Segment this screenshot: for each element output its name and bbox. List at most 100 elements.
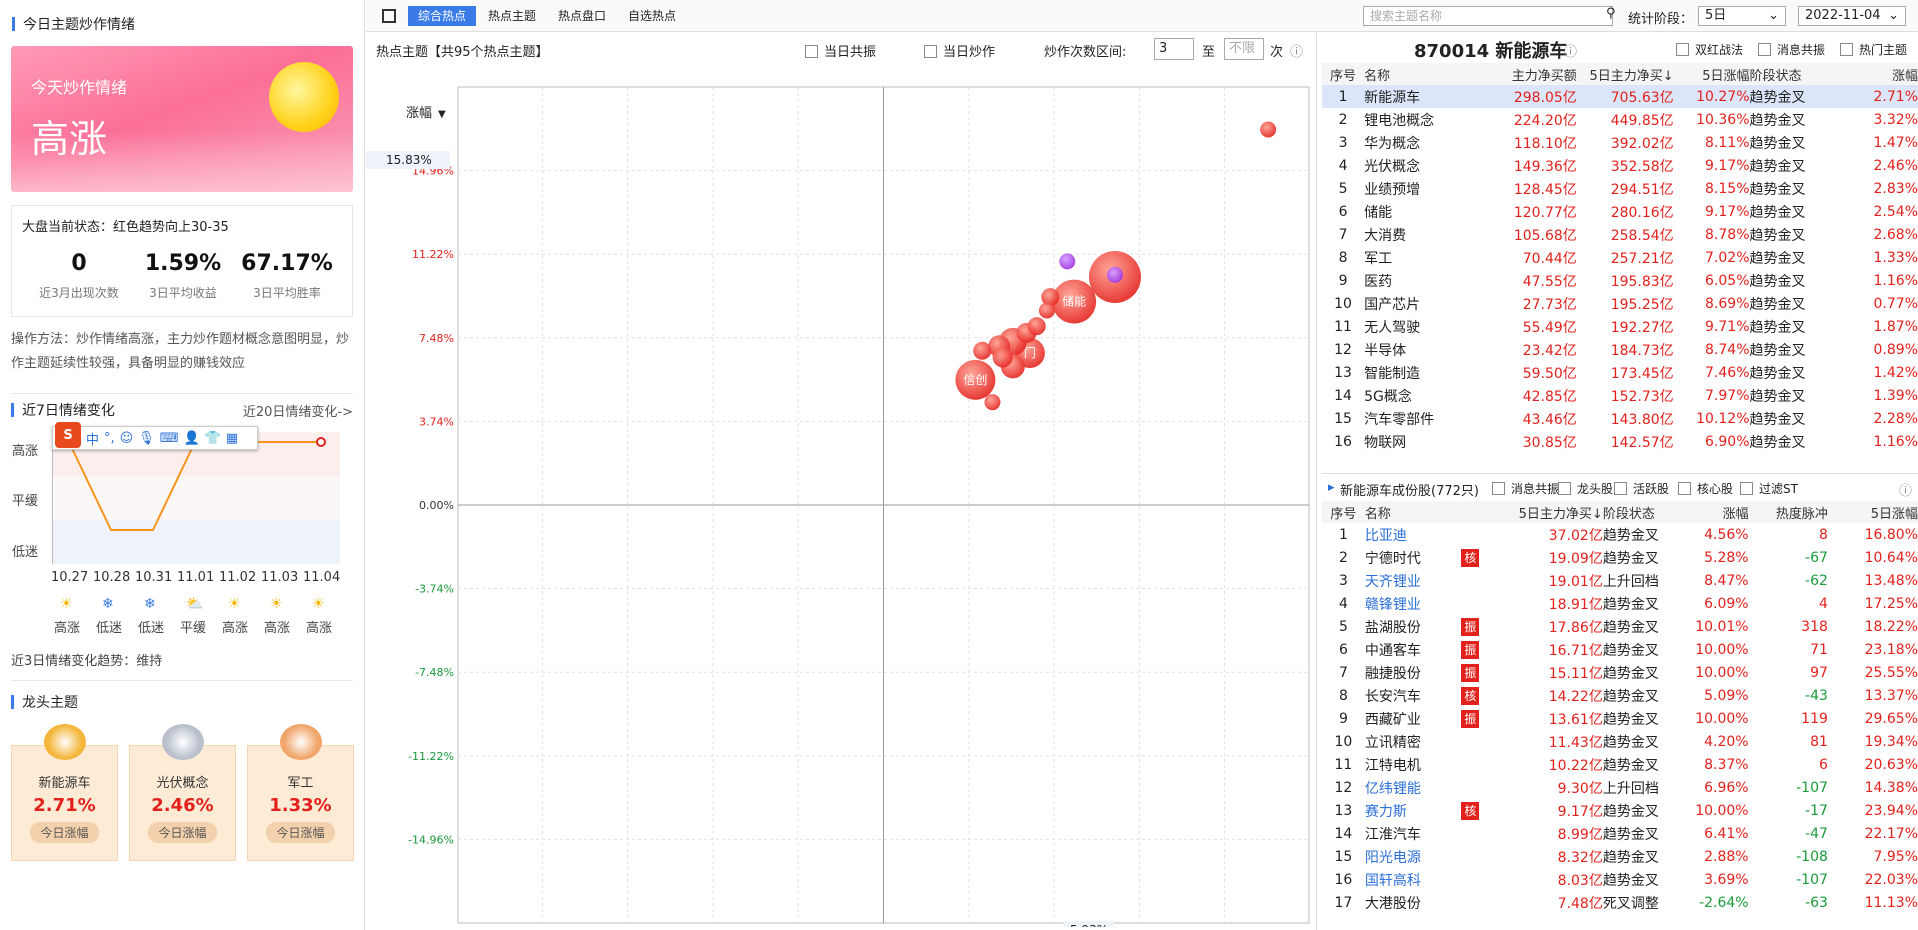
theme-col-header[interactable]: 5日主力净买↓ [1576, 63, 1674, 85]
search-input[interactable]: 搜索主题名称 [1363, 6, 1613, 26]
table-row[interactable]: 9 医药 47.55亿 195.83亿 6.05% 趋势金叉 1.16% [1322, 269, 1918, 292]
tab-themes[interactable]: 热点主题 [478, 6, 546, 26]
stock-filter-checkbox[interactable]: 龙头股 [1558, 480, 1613, 497]
chevron-down-icon[interactable]: ▼ [438, 109, 446, 120]
table-row[interactable]: 8 军工 70.44亿 257.21亿 7.02% 趋势金叉 1.33% [1322, 246, 1918, 269]
double-red-checkbox[interactable]: 双红战法 [1676, 41, 1743, 58]
theme-bubble[interactable] [984, 394, 1001, 411]
table-row[interactable]: 13 智能制造 59.50亿 173.45亿 7.46% 趋势金叉 1.42% [1322, 361, 1918, 384]
theme-col-header[interactable]: 主力净买额 [1479, 63, 1577, 85]
table-row[interactable]: 2 锂电池概念 224.20亿 449.85亿 10.36% 趋势金叉 3.32% [1322, 108, 1918, 131]
ime-mode[interactable]: 中 [86, 429, 99, 448]
stock-name[interactable]: 赣锋锂业 [1365, 592, 1461, 615]
table-row[interactable]: 5 盐湖股份振 17.86亿 趋势金叉 10.01% 318 18.22% [1322, 615, 1918, 638]
table-row[interactable]: 11 无人驾驶 55.49亿 192.27亿 9.71% 趋势金叉 1.87% [1322, 315, 1918, 338]
table-row[interactable]: 3 华为概念 118.10亿 392.02亿 8.11% 趋势金叉 1.47% [1322, 131, 1918, 154]
table-row[interactable]: 7 融捷股份振 15.11亿 趋势金叉 10.00% 97 25.55% [1322, 661, 1918, 684]
theme-bubble[interactable] [1106, 266, 1123, 283]
leader-card[interactable]: 光伏概念 2.46% 今日涨幅 [129, 724, 236, 861]
stock-col-header[interactable]: 序号 [1322, 501, 1365, 523]
table-row[interactable]: 11 江特电机 10.22亿 趋势金叉 8.37% 6 20.63% [1322, 753, 1918, 776]
stock-filter-checkbox[interactable]: 核心股 [1678, 480, 1733, 497]
leader-button[interactable]: 今日涨幅 [30, 822, 99, 843]
stock-name[interactable]: 盐湖股份 [1365, 615, 1461, 638]
stock-col-header[interactable]: 阶段状态 [1602, 501, 1689, 523]
table-row[interactable]: 4 赣锋锂业 18.91亿 趋势金叉 6.09% 4 17.25% [1322, 592, 1918, 615]
table-row[interactable]: 15 阳光电源 8.32亿 趋势金叉 2.88% -108 7.95% [1322, 845, 1918, 868]
scatter-chart[interactable]: -10.02%-7.52%-5.01%-2.51%0.00%2.51%5.01%… [366, 67, 1317, 927]
table-row[interactable]: 7 大消费 105.68亿 258.54亿 8.78% 趋势金叉 2.68% [1322, 223, 1918, 246]
stock-name[interactable]: 立讯精密 [1365, 730, 1461, 753]
hot-theme-checkbox[interactable]: 热门主题 [1840, 41, 1907, 58]
theme-col-header[interactable]: 阶段状态 [1749, 63, 1845, 85]
stock-name[interactable]: 大港股份 [1365, 891, 1461, 914]
same-day-hype-checkbox[interactable]: 当日炒作 [924, 41, 995, 60]
stock-col-header[interactable]: 名称 [1364, 501, 1462, 523]
table-row[interactable]: 13 赛力斯核 9.17亿 趋势金叉 10.00% -17 23.94% [1322, 799, 1918, 822]
stock-filter-checkbox[interactable]: 过滤ST [1740, 480, 1798, 497]
table-row[interactable]: 9 西藏矿业振 13.61亿 趋势金叉 10.00% 119 29.65% [1322, 707, 1918, 730]
theme-bubble[interactable] [992, 347, 1013, 368]
table-row[interactable]: 10 国产芯片 27.73亿 195.25亿 8.69% 趋势金叉 0.77% [1322, 292, 1918, 315]
stock-name[interactable]: 天齐锂业 [1365, 569, 1461, 592]
leader-button[interactable]: 今日涨幅 [266, 822, 335, 843]
stock-filter-checkbox[interactable]: 活跃股 [1614, 480, 1669, 497]
table-row[interactable]: 15 汽车零部件 43.46亿 143.80亿 10.12% 趋势金叉 2.28% [1322, 407, 1918, 430]
theme-bubble[interactable] [1027, 317, 1046, 336]
stock-name[interactable]: 阳光电源 [1365, 845, 1461, 868]
search-icon[interactable]: ⚲ [1606, 6, 1616, 21]
table-row[interactable]: 6 储能 120.77亿 280.16亿 9.17% 趋势金叉 2.54% [1322, 200, 1918, 223]
stock-col-header[interactable]: 5日主力净买↓ [1504, 501, 1603, 523]
table-row[interactable]: 3 天齐锂业 19.01亿 上升回档 8.47% -62 13.48% [1322, 569, 1918, 592]
skin-icon[interactable]: 👕 [205, 431, 221, 446]
stock-col-header[interactable]: 5日涨幅 [1827, 501, 1918, 523]
same-day-resonance-checkbox[interactable]: 当日共振 [805, 41, 876, 60]
table-row[interactable]: 14 5G概念 42.85亿 152.73亿 7.97% 趋势金叉 1.39% [1322, 384, 1918, 407]
panel-toggle-icon[interactable] [382, 9, 396, 23]
stock-name[interactable]: 赛力斯 [1365, 799, 1461, 822]
theme-col-header[interactable]: 序号 [1322, 63, 1365, 85]
date-select[interactable]: 2022-11-04 ⌄ [1798, 6, 1906, 26]
help-icon[interactable]: ⓘ [1899, 480, 1912, 499]
theme-bubble[interactable] [973, 341, 992, 360]
table-row[interactable]: 1 新能源车 298.05亿 705.63亿 10.27% 趋势金叉 2.71% [1322, 85, 1918, 108]
stock-name[interactable]: 国轩高科 [1365, 868, 1461, 891]
leader-card[interactable]: 军工 1.33% 今日涨幅 [247, 724, 354, 861]
news-resonance-checkbox[interactable]: 消息共振 [1758, 41, 1825, 58]
keyboard-icon[interactable]: ⌨ [160, 431, 179, 446]
table-row[interactable]: 12 亿纬锂能 9.30亿 上升回档 6.96% -107 14.38% [1322, 776, 1918, 799]
period-select[interactable]: 5日 ⌄ [1698, 6, 1786, 26]
range-to-input[interactable]: 不限 [1224, 38, 1264, 60]
table-row[interactable]: 6 中通客车振 16.71亿 趋势金叉 10.00% 71 23.18% [1322, 638, 1918, 661]
stock-col-header[interactable] [1461, 501, 1505, 523]
emoji-icon[interactable]: ☺ [120, 431, 134, 446]
theme-col-header[interactable]: 涨幅 [1844, 63, 1918, 85]
tab-board[interactable]: 热点盘口 [548, 6, 616, 26]
table-row[interactable]: 4 光伏概念 149.36亿 352.58亿 9.17% 趋势金叉 2.46% [1322, 154, 1918, 177]
theme-bubble[interactable] [1059, 253, 1076, 270]
punct-icon[interactable]: °, [104, 431, 115, 446]
grid-icon[interactable]: ▦ [226, 431, 238, 446]
tab-custom[interactable]: 自选热点 [618, 6, 686, 26]
theme-bubble[interactable] [1038, 302, 1055, 319]
mic-icon[interactable]: 🎙 [138, 431, 155, 446]
stock-name[interactable]: 江特电机 [1365, 753, 1461, 776]
stock-name[interactable]: 西藏矿业 [1365, 707, 1461, 730]
stock-filter-checkbox[interactable]: 消息共振 [1492, 480, 1559, 497]
theme-col-header[interactable]: 名称 [1364, 63, 1480, 85]
table-row[interactable]: 16 国轩高科 8.03亿 趋势金叉 3.69% -107 22.03% [1322, 868, 1918, 891]
stock-name[interactable]: 比亚迪 [1365, 523, 1461, 546]
theme-bubble[interactable] [1260, 121, 1277, 138]
table-row[interactable]: 2 宁德时代核 19.09亿 趋势金叉 5.28% -67 10.64% [1322, 546, 1918, 569]
leader-card[interactable]: 新能源车 2.71% 今日涨幅 [11, 724, 118, 861]
stock-name[interactable]: 长安汽车 [1365, 684, 1461, 707]
range-from-input[interactable]: 3 [1154, 38, 1194, 60]
table-row[interactable]: 10 立讯精密 11.43亿 趋势金叉 4.20% 81 19.34% [1322, 730, 1918, 753]
table-row[interactable]: 16 物联网 30.85亿 142.57亿 6.90% 趋势金叉 1.16% [1322, 430, 1918, 453]
stock-name[interactable]: 宁德时代 [1365, 546, 1461, 569]
table-row[interactable]: 1 比亚迪 37.02亿 趋势金叉 4.56% 8 16.80% [1322, 523, 1918, 546]
leader-button[interactable]: 今日涨幅 [148, 822, 217, 843]
info-icon[interactable]: ⓘ [1564, 41, 1577, 60]
ime-toolbar[interactable]: S 中 °, ☺ 🎙 ⌨ 👤 👕 ▦ [52, 422, 258, 450]
stock-name[interactable]: 江淮汽车 [1365, 822, 1461, 845]
